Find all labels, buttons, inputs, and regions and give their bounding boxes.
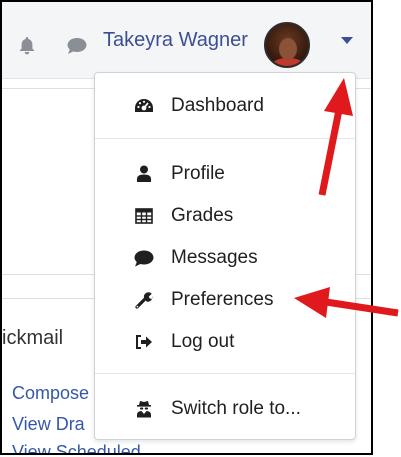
annotation-arrow-to-caret (318, 78, 353, 196)
annotation-arrow-to-preferences (294, 287, 399, 318)
annotation-arrows (294, 78, 399, 318)
